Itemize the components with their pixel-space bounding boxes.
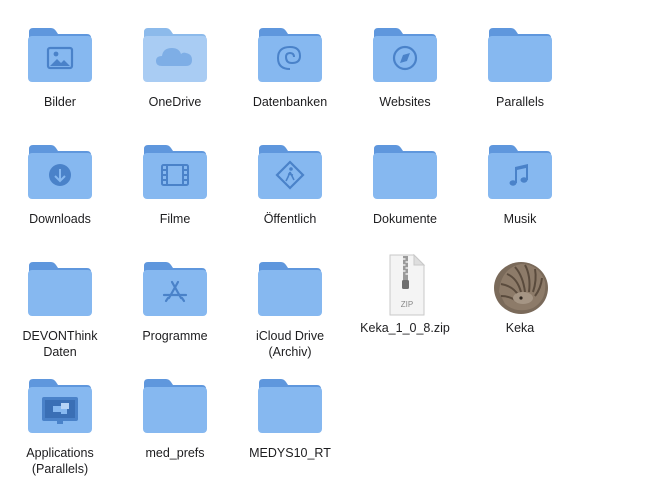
item-label: Öffentlich [263, 212, 317, 226]
folder-devonthink-daten[interactable]: DEVONThink Daten [5, 260, 115, 360]
zip-file-icon: ZIP [372, 252, 438, 318]
item-label: Programme [142, 329, 208, 343]
folder-programme[interactable]: Programme [120, 260, 230, 344]
folder-icon [257, 260, 323, 318]
folder-medys10-rt[interactable]: MEDYS10_RT [235, 377, 345, 461]
folder-icon [487, 143, 553, 201]
item-label: med_prefs [145, 446, 205, 460]
item-label: DEVONThink Daten [22, 329, 98, 359]
item-label: Dokumente [373, 212, 437, 226]
folder-icon [142, 26, 208, 84]
item-label: Bilder [44, 95, 76, 109]
app-keka[interactable]: Keka [465, 252, 575, 336]
folder-parallels[interactable]: Parallels [465, 26, 575, 110]
folder-icloud-drive-archiv[interactable]: iCloud Drive (Archiv) [235, 260, 345, 360]
folder-oeffentlich[interactable]: Öffentlich [235, 143, 345, 227]
folder-websites[interactable]: Websites [350, 26, 460, 110]
folder-med-prefs[interactable]: med_prefs [120, 377, 230, 461]
item-label: Applications (Parallels) [26, 446, 94, 476]
download-arrow-icon [49, 164, 71, 186]
folder-applications-parallels[interactable]: Applications (Parallels) [5, 377, 115, 477]
item-label: Musik [503, 212, 537, 226]
folder-dokumente[interactable]: Dokumente [350, 143, 460, 227]
zip-badge: ZIP [401, 300, 413, 309]
item-label: Keka_1_0_8.zip [360, 321, 450, 335]
folder-datenbanken[interactable]: Datenbanken [235, 26, 345, 110]
item-label: Parallels [496, 95, 544, 109]
item-label: Downloads [29, 212, 91, 226]
folder-downloads[interactable]: Downloads [5, 143, 115, 227]
parallels-screen-icon [42, 397, 78, 424]
keka-app-icon [487, 252, 553, 318]
item-label: OneDrive [148, 95, 202, 109]
folder-musik[interactable]: Musik [465, 143, 575, 227]
folder-bilder[interactable]: Bilder [5, 26, 115, 110]
folder-icon [142, 377, 208, 435]
folder-icon [372, 26, 438, 84]
item-label: Websites [379, 95, 431, 109]
item-label: Filme [159, 212, 191, 226]
folder-icon [27, 143, 93, 201]
folder-icon [257, 143, 323, 201]
folder-icon [142, 260, 208, 318]
folder-icon [27, 26, 93, 84]
folder-icon [27, 260, 93, 318]
folder-icon [142, 143, 208, 201]
folder-icon [487, 26, 553, 84]
folder-onedrive[interactable]: OneDrive [120, 26, 230, 110]
file-keka-zip[interactable]: ZIP Keka_1_0_8.zip [350, 252, 460, 336]
folder-icon [372, 143, 438, 201]
item-label: Datenbanken [252, 95, 328, 109]
finder-icon-grid: Bilder OneDrive Datenbanken Websites Par… [0, 0, 657, 500]
item-label: iCloud Drive (Archiv) [255, 329, 325, 359]
item-label: MEDYS10_RT [249, 446, 331, 460]
folder-icon [27, 377, 93, 435]
folder-icon [257, 26, 323, 84]
folder-icon [257, 377, 323, 435]
item-label: Keka [505, 321, 535, 335]
folder-filme[interactable]: Filme [120, 143, 230, 227]
